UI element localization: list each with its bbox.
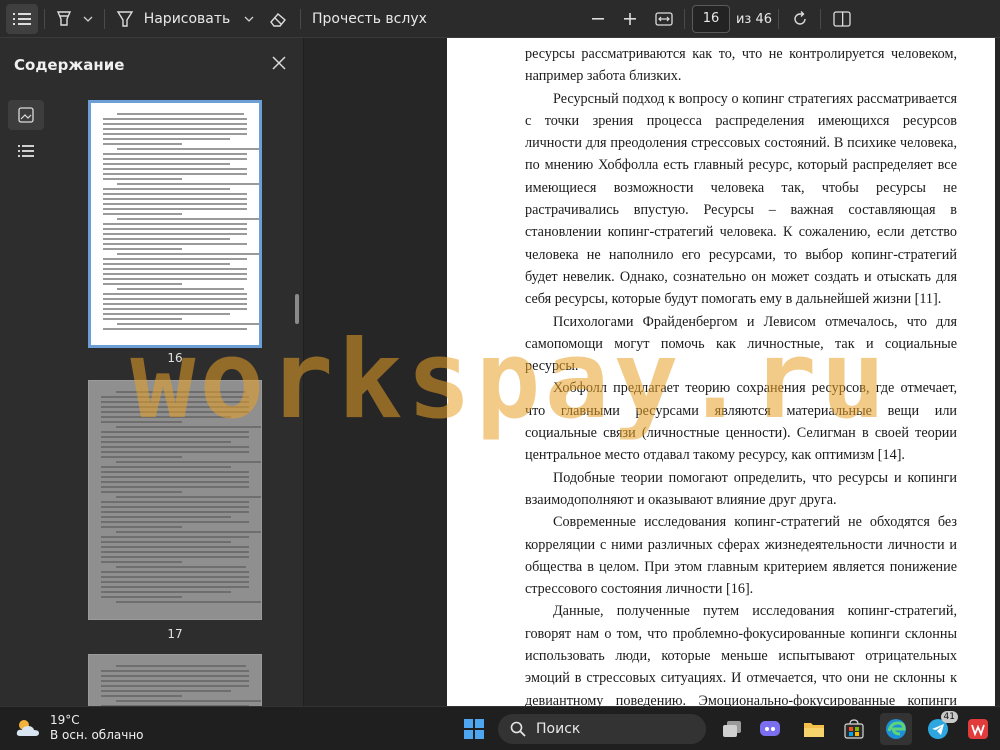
thumbnail-text-lines — [103, 113, 259, 330]
wps-office-icon — [968, 719, 988, 739]
read-aloud-button[interactable]: Прочесть вслух — [312, 0, 427, 38]
edge-app[interactable] — [880, 713, 912, 745]
close-icon — [272, 56, 286, 70]
weather-widget[interactable]: 19°C В осн. облачно — [14, 713, 144, 743]
thumbnail-text-lines — [101, 665, 261, 706]
zoom-in-button[interactable] — [614, 4, 646, 34]
file-explorer-app[interactable] — [798, 713, 830, 745]
page-text: ресурсы рассматриваются как то, что не к… — [525, 38, 957, 706]
paragraph: ресурсы рассматриваются как то, что не к… — [525, 46, 957, 85]
chat-icon — [760, 721, 780, 736]
store-icon — [844, 719, 864, 739]
paragraph: Психологами Фрайденбергом и Левисом отме… — [525, 313, 957, 375]
eraser-button[interactable] — [262, 4, 294, 34]
fit-width-icon — [655, 12, 673, 26]
cloud-sun-icon — [16, 720, 39, 736]
thumbnail-number: 16 — [167, 351, 183, 365]
thumbnail-text-lines — [101, 391, 261, 603]
draw-label: Нарисовать — [143, 11, 231, 27]
read-aloud-label: Прочесть вслух — [312, 11, 427, 27]
thumbnail-page-17[interactable] — [88, 380, 262, 620]
sidebar-resize-handle[interactable] — [295, 294, 299, 324]
outline-tab[interactable] — [8, 136, 44, 166]
paragraph: Данные, полученные путем исследования ко… — [525, 603, 957, 706]
start-button[interactable] — [458, 713, 490, 745]
teams-app[interactable] — [754, 713, 786, 745]
paragraph: Ресурсный подход к вопросу о копинг стра… — [525, 90, 957, 308]
fit-width-button[interactable] — [648, 4, 680, 34]
taskbar-search[interactable]: Поиск — [498, 714, 706, 744]
thumbnail-number: 17 — [167, 627, 183, 641]
office-app[interactable] — [962, 713, 994, 745]
weather-temperature: 19°C — [50, 713, 80, 727]
highlighter-icon — [56, 11, 72, 26]
zoom-out-button[interactable] — [582, 4, 614, 34]
pdf-reader-window: Нарисовать Прочесть вслух 16 из 46 Содер… — [0, 0, 1000, 750]
list-icon — [13, 13, 31, 25]
pen-icon — [116, 11, 133, 27]
paragraph: Современные исследования копинг-стратеги… — [525, 514, 957, 598]
search-label: Поиск — [536, 721, 581, 737]
plus-icon — [624, 13, 636, 25]
sidebar-title: Содержание — [14, 56, 125, 74]
document-viewport[interactable]: ресурсы рассматриваются как то, что не к… — [304, 38, 1000, 706]
rotate-icon — [794, 11, 806, 25]
contents-sidebar: Содержание 16 17 — [0, 38, 304, 706]
folder-icon — [804, 723, 824, 737]
taskbar: 19°C В осн. облачно Поиск 41 — [0, 706, 1000, 750]
telegram-app[interactable]: 41 — [922, 711, 958, 745]
page-view-button[interactable] — [826, 4, 858, 34]
thumbnail-list: 16 17 — [56, 88, 296, 706]
search-icon — [510, 721, 526, 737]
chevron-down-icon — [244, 16, 254, 22]
eraser-icon — [270, 13, 286, 27]
page-total-label: из 46 — [735, 11, 773, 27]
image-icon — [18, 107, 34, 123]
list-icon — [18, 145, 34, 157]
windows-icon — [464, 719, 484, 739]
task-view-button[interactable] — [716, 713, 748, 745]
draw-button[interactable]: Нарисовать — [112, 0, 258, 38]
notification-badge: 41 — [940, 711, 958, 723]
contents-toggle-button[interactable] — [6, 4, 38, 34]
chevron-down-icon — [83, 16, 93, 22]
close-sidebar-button[interactable] — [266, 50, 292, 76]
page-number-input[interactable]: 16 — [692, 5, 730, 33]
paragraph: Подобные теории помогают определить, что… — [525, 469, 957, 508]
rotate-button[interactable] — [784, 4, 816, 34]
store-app[interactable] — [838, 713, 870, 745]
minus-icon — [592, 18, 604, 20]
document-page: ресурсы рассматриваются как то, что не к… — [447, 38, 995, 706]
thumbnail-page-18[interactable] — [88, 654, 262, 706]
page-total: из 46 — [735, 0, 773, 38]
thumbnails-tab[interactable] — [8, 100, 44, 130]
weather-description: В осн. облачно — [50, 728, 144, 742]
edge-icon — [886, 719, 906, 739]
highlight-dropdown[interactable] — [80, 0, 96, 38]
highlight-button[interactable] — [48, 4, 80, 34]
thumbnail-page-16[interactable] — [88, 100, 262, 348]
toolbar: Нарисовать Прочесть вслух 16 из 46 — [0, 0, 1000, 38]
two-page-icon — [833, 11, 851, 27]
task-view-icon — [723, 721, 741, 737]
paragraph: Хобфолл предлагает теорию сохранения рес… — [525, 380, 957, 464]
